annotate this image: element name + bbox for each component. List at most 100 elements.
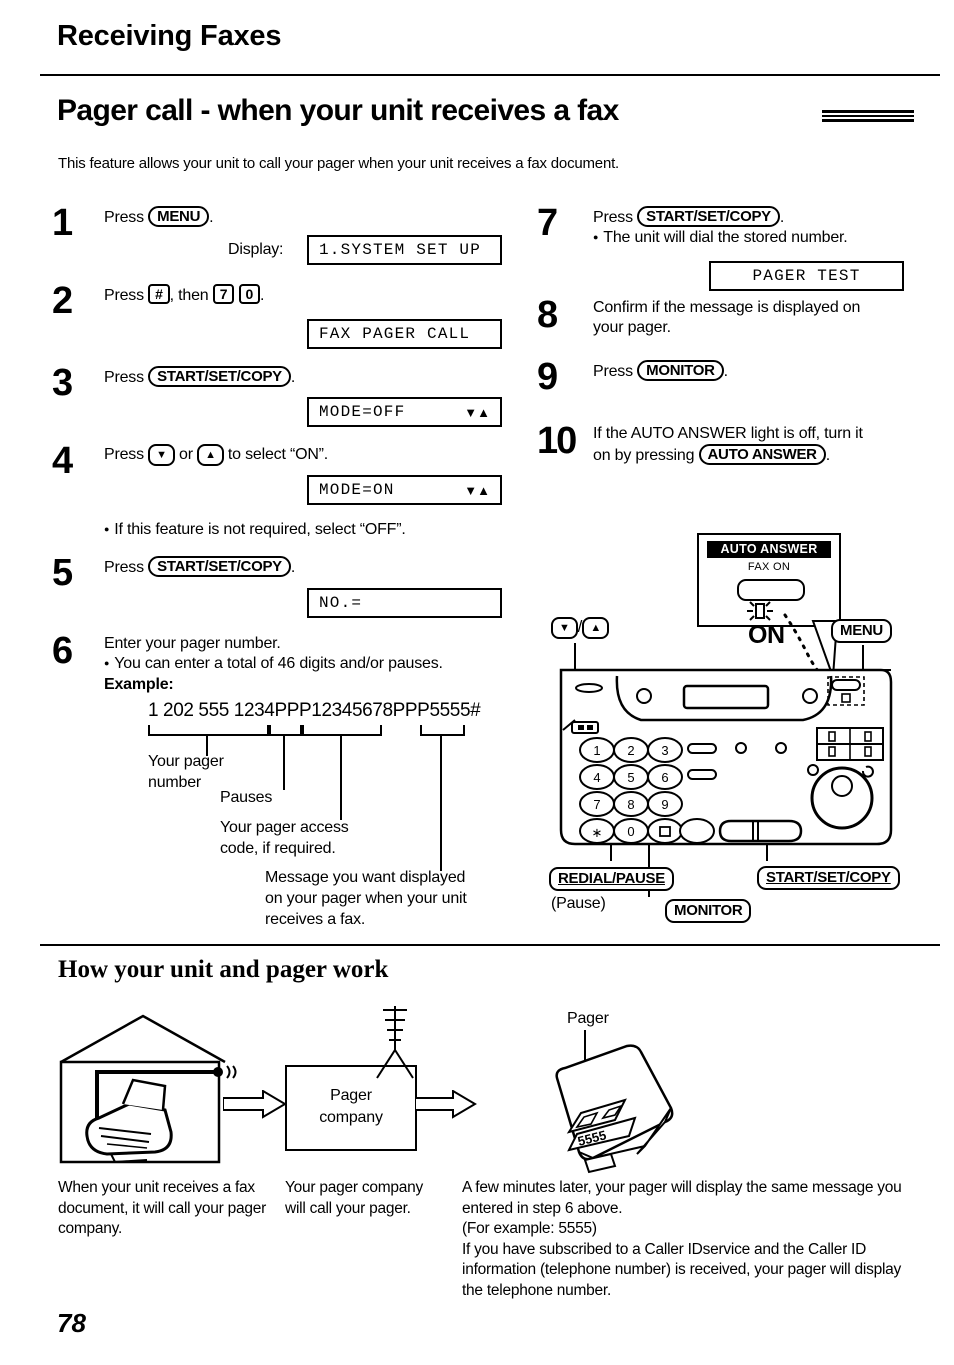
leader-pauses	[283, 734, 285, 790]
digit-7-key[interactable]: 7	[212, 284, 235, 304]
step-text: Press	[104, 209, 144, 226]
svg-text:9: 9	[661, 797, 668, 812]
menu-key[interactable]: MENU	[148, 206, 210, 227]
start-set-copy-callout[interactable]: START/SET/COPY	[757, 866, 900, 890]
auto-answer-label: AUTO ANSWER	[707, 541, 831, 558]
step-9: 9 Press MONITOR.	[537, 358, 937, 424]
menu-callout[interactable]: MENU	[831, 619, 892, 643]
bracket-pager-number	[148, 725, 269, 736]
lcd-arrow-indicators: ▼▲	[464, 482, 490, 498]
steps-right-column: 7 Press START/SET/COPY. The unit will di…	[537, 202, 937, 488]
step-number: 4	[52, 440, 73, 482]
caption-unit-receives: When your unit receives a fax document, …	[58, 1179, 266, 1238]
redial-pause-callout[interactable]: REDIAL/PAUSE	[549, 867, 674, 891]
pager-device-icon: 5555	[555, 1030, 674, 1174]
updown-callout: ▼ / ▲	[551, 617, 609, 639]
lcd-text: 1.SYSTEM SET UP	[319, 241, 482, 259]
step-number: 7	[537, 202, 558, 244]
step-7-bullet: The unit will dial the stored number.	[593, 228, 937, 248]
auto-answer-button-detail[interactable]	[737, 579, 805, 601]
lcd-display-step1: 1.SYSTEM SET UP	[307, 235, 502, 265]
example-pager-number: 1 202 555 1234PPP12345678PPP5555#	[148, 700, 481, 721]
step-6: 6 Enter your pager number. You can enter…	[52, 632, 512, 695]
step-2: 2 Press #, then 7 0. FAX PAGER CALL	[52, 282, 512, 366]
step-text-mid: or	[179, 446, 193, 463]
pause-annotation: (Pause)	[551, 895, 606, 912]
up-arrow-key-callout[interactable]: ▲	[582, 617, 609, 639]
step-instruction: Press MENU.	[104, 206, 512, 228]
page-number: 78	[57, 1308, 86, 1338]
pager-company-label: Pager company	[319, 1087, 383, 1126]
svg-text:7: 7	[593, 797, 600, 812]
step-5: 5 Press START/SET/COPY. NO.=	[52, 552, 512, 634]
caption-pager-display: A few minutes later, your pager will dis…	[462, 1179, 902, 1300]
down-arrow-key-callout[interactable]: ▼	[551, 617, 578, 639]
start-set-copy-key[interactable]: START/SET/COPY	[148, 366, 291, 387]
caption-pager-company: Your pager company will call your pager.	[285, 1179, 423, 1217]
step-8-line1: Confirm if the message is displayed on	[593, 299, 861, 316]
step-number: 8	[537, 294, 558, 336]
arrow-to-pager-icon	[415, 1090, 477, 1119]
step-instruction: Press START/SET/COPY.	[104, 556, 512, 578]
step-6-bullet: You can enter a total of 46 digits and/o…	[104, 654, 512, 674]
lcd-text: FAX PAGER CALL	[319, 325, 471, 343]
step-text-tail: .	[290, 369, 296, 386]
step-10-line2-before: on by pressing	[593, 447, 695, 465]
label-access-code: Your pager access code, if required.	[220, 819, 349, 857]
step-text-tail: to select “ON”.	[227, 446, 329, 463]
step-instruction: Enter your pager number. You can enter a…	[104, 634, 512, 695]
step-text: Press	[104, 369, 144, 386]
step-8-line2: your pager.	[593, 319, 671, 337]
how-it-works-title: How your unit and pager work	[58, 956, 389, 983]
label-message: Message you want displayed on your pager…	[265, 869, 467, 928]
antenna-icon	[376, 1006, 414, 1079]
svg-text:1: 1	[593, 743, 600, 758]
step-instruction: Press ▼ or ▲ to select “ON”.	[104, 444, 512, 466]
start-set-copy-key[interactable]: START/SET/COPY	[637, 206, 780, 227]
step-1: 1 Press MENU. Display: 1.SYSTEM SET UP	[52, 204, 512, 284]
step-number: 3	[52, 362, 73, 404]
up-arrow-key[interactable]: ▲	[197, 444, 224, 466]
step-text: Press	[593, 363, 633, 380]
svg-text:8: 8	[627, 797, 634, 812]
step-text-tail: .	[260, 287, 265, 304]
svg-text:0: 0	[627, 824, 634, 839]
bracket-message	[420, 725, 465, 736]
step-text-tail: .	[209, 209, 214, 226]
lcd-arrow-indicators: ▼▲	[464, 404, 490, 420]
monitor-key[interactable]: MONITOR	[637, 360, 724, 381]
auto-answer-key[interactable]: AUTO ANSWER	[698, 444, 826, 466]
display-label: Display:	[228, 241, 284, 258]
leader-access-code	[340, 734, 342, 820]
start-set-copy-key[interactable]: START/SET/COPY	[148, 556, 291, 577]
bracket-pauses	[269, 725, 302, 736]
step-7: 7 Press START/SET/COPY. The unit will di…	[537, 202, 937, 298]
step-text: Press	[104, 287, 144, 304]
step-instruction: Press START/SET/COPY. The unit will dial…	[593, 206, 937, 249]
fax-machine-body: 1 2 3 4 5 6 7 8 9 ∗ 0	[559, 668, 893, 846]
step-number: 5	[52, 552, 73, 594]
label-pauses: Pauses	[220, 789, 273, 806]
step-10-line2-after: .	[825, 447, 830, 465]
svg-text:∗: ∗	[592, 825, 603, 840]
step-3: 3 Press START/SET/COPY. MODE=OFF ▼▲	[52, 362, 512, 444]
step-instruction: Press #, then 7 0.	[104, 284, 512, 306]
step-text: Press	[104, 446, 144, 463]
lcd-text: MODE=ON	[319, 481, 395, 499]
monitor-callout[interactable]: MONITOR	[665, 899, 752, 923]
hash-key[interactable]: #	[148, 284, 170, 304]
step-number: 10	[537, 420, 577, 462]
lcd-display-step5: NO.=	[307, 588, 502, 618]
step-instruction: If the AUTO ANSWER light is off, turn it…	[593, 424, 937, 467]
digit-0-key[interactable]: 0	[238, 284, 260, 304]
step-instruction: Press MONITOR.	[593, 360, 937, 382]
down-arrow-key[interactable]: ▼	[148, 444, 175, 466]
lcd-text: PAGER TEST	[752, 267, 861, 285]
step-6-line1: Enter your pager number.	[104, 635, 281, 652]
page-title: Pager call - when your unit receives a f…	[57, 94, 619, 127]
step-text-tail: .	[723, 363, 728, 380]
step-text: Press	[593, 209, 633, 226]
bracket-access-code	[302, 725, 382, 736]
svg-text:2: 2	[627, 743, 634, 758]
lcd-display-step3: MODE=OFF ▼▲	[307, 397, 502, 427]
